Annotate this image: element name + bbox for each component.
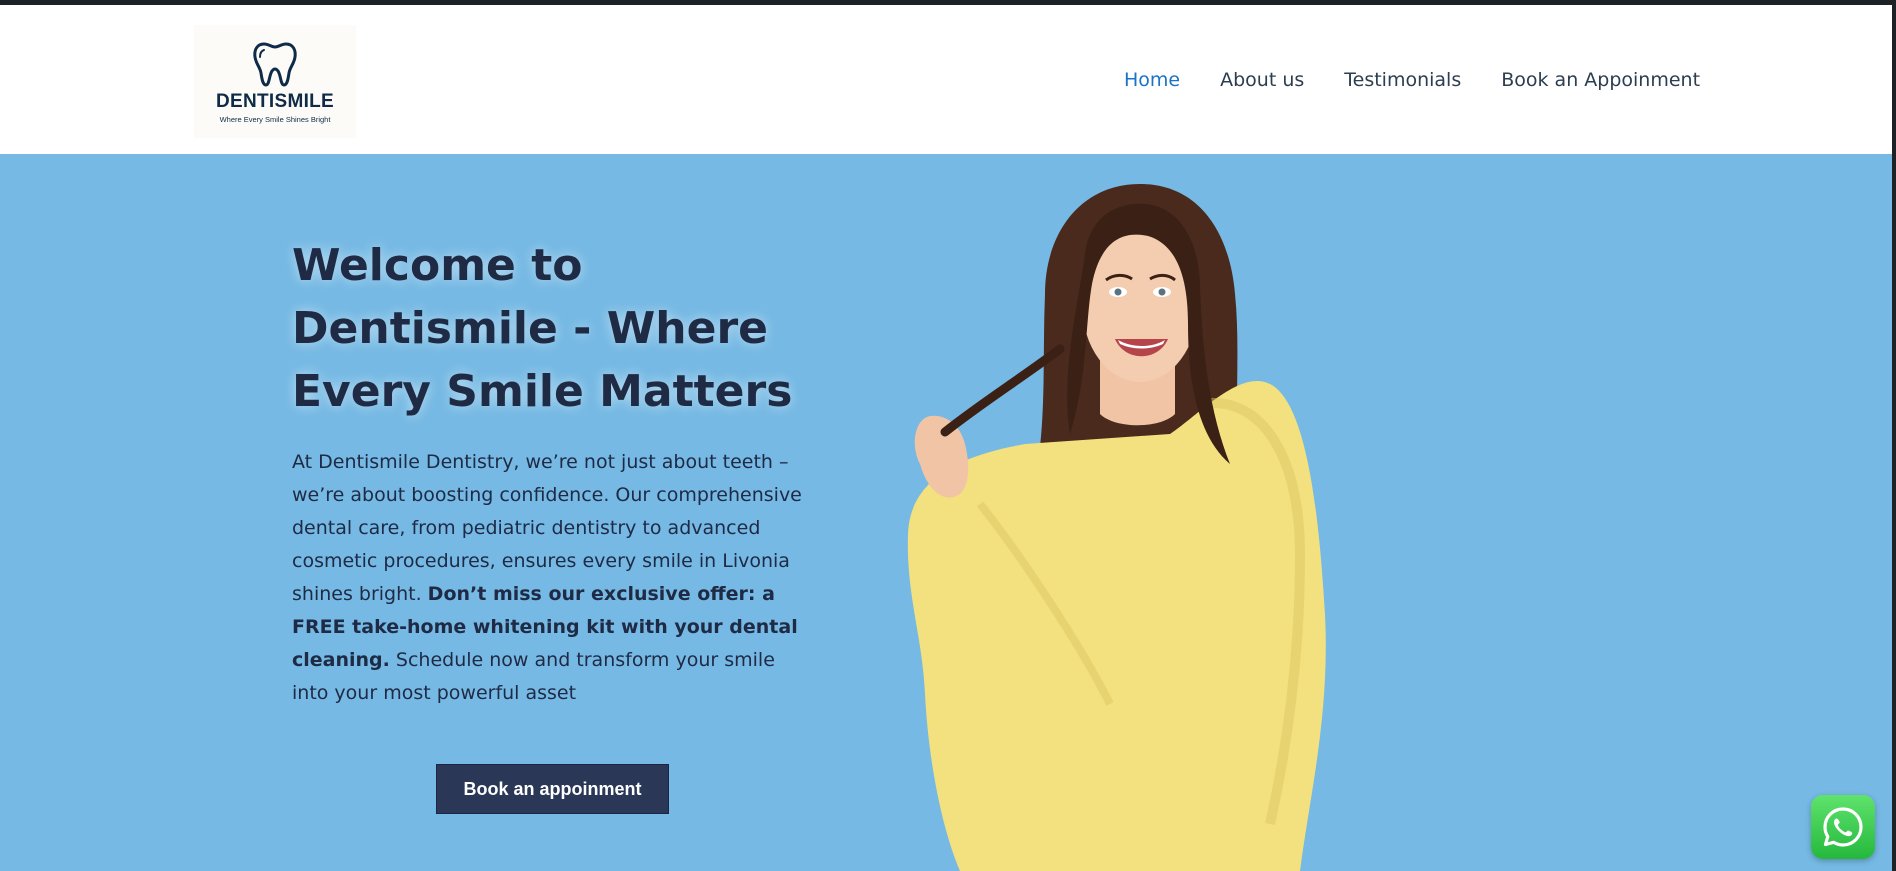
logo-tagline: Where Every Smile Shines Bright (219, 114, 331, 124)
site-header: DENTISMILE Where Every Smile Shines Brig… (0, 5, 1892, 154)
scrollbar-track[interactable] (1892, 0, 1896, 871)
hero-text-intro: At Dentismile Dentistry, we’re not just … (292, 451, 802, 605)
hero-title: Welcome to Dentismile - Where Every Smil… (292, 240, 793, 417)
nav-book-appointment-link[interactable]: Book an Appoinment (1501, 69, 1700, 91)
tooth-icon (253, 42, 297, 86)
whatsapp-chat-button[interactable] (1811, 795, 1875, 859)
logo-name: DENTISMILE (215, 90, 335, 112)
hero-woman-image (907, 184, 1326, 871)
hero-section: Welcome to Dentismile - Where Every Smil… (0, 154, 1892, 871)
site-logo[interactable]: DENTISMILE Where Every Smile Shines Brig… (194, 25, 356, 138)
nav-home-link[interactable]: Home (1124, 69, 1180, 91)
nav-about-link[interactable]: About us (1220, 69, 1304, 91)
main-nav: Home About us Testimonials Book an Appoi… (1124, 69, 1700, 91)
whatsapp-icon (1823, 807, 1863, 847)
hero-description: At Dentismile Dentistry, we’re not just … (292, 446, 812, 710)
nav-testimonials-link[interactable]: Testimonials (1344, 69, 1461, 91)
book-appointment-button[interactable]: Book an appoinment (436, 764, 669, 814)
